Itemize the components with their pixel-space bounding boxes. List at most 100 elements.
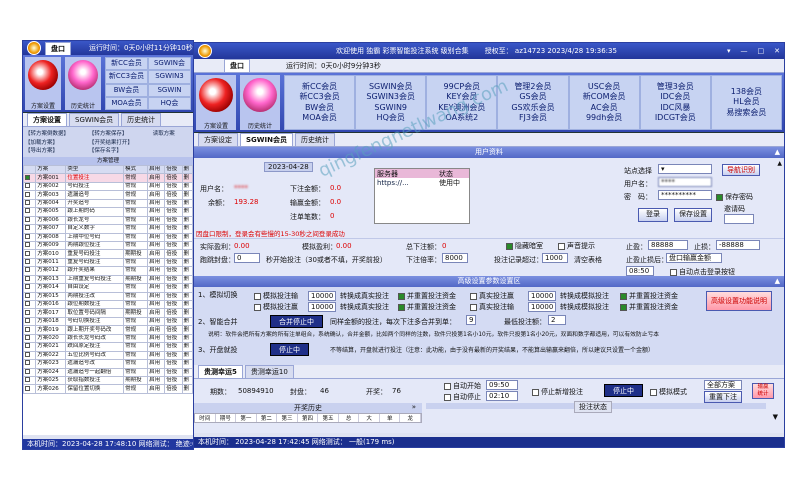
table-cell[interactable]: 删 xyxy=(181,342,193,352)
platform-cell[interactable]: KEY会员 xyxy=(427,92,496,103)
table-cell[interactable]: 删 xyxy=(181,384,193,394)
min-bet-input[interactable]: 2 xyxy=(548,315,566,325)
collapse-icon[interactable]: ▲ xyxy=(775,147,780,158)
table-row[interactable]: 方案014 自由设定 常规 启用 倍投删 xyxy=(23,283,193,293)
table-row[interactable]: 方案006 跟长龙号 常规 启用 倍投删 xyxy=(23,215,193,226)
table-cell[interactable]: 删 xyxy=(181,316,193,327)
load-plan-button[interactable]: 读取方案 xyxy=(153,129,191,138)
main-tab-history[interactable]: 历史统计 xyxy=(294,133,335,146)
platform-cell[interactable]: KEY澳洲会员 xyxy=(427,103,496,114)
table-cell[interactable]: 删 xyxy=(181,240,193,251)
platform-cell[interactable]: 新CC会员 xyxy=(285,82,354,93)
back-tab-home[interactable]: 盘口 xyxy=(45,41,71,55)
checkbox-icon[interactable] xyxy=(254,303,261,311)
table-row[interactable]: 方案002 号码投注 常规 启用 倍投删 xyxy=(23,181,193,192)
checkbox-icon[interactable] xyxy=(25,385,30,391)
plan-tool-1[interactable]: 【转方案倒数据】 xyxy=(25,129,89,138)
platform-cell[interactable]: 管理3会员 xyxy=(641,82,710,93)
nav-detect-button[interactable]: 导航识别 xyxy=(722,164,760,176)
table-row[interactable]: 方案010 重复号码投注 期期投 启用 倍投删 xyxy=(23,249,193,259)
checkbox-icon[interactable] xyxy=(25,377,30,383)
platform-cell[interactable]: BW会员 xyxy=(285,103,354,114)
checkbox-icon[interactable] xyxy=(398,292,405,300)
checkbox-icon[interactable] xyxy=(25,284,30,290)
platform-cell[interactable]: MOA会员 xyxy=(285,113,354,124)
reset-bet-button[interactable]: 重置下注 xyxy=(704,391,742,403)
checkbox-icon[interactable] xyxy=(25,234,30,239)
row-check[interactable] xyxy=(23,291,37,302)
threshold-input[interactable]: 10000 xyxy=(308,302,336,312)
auto-start-time[interactable]: 09:50 xyxy=(486,380,518,390)
platform-cell[interactable]: IDC会员 xyxy=(641,92,710,103)
platform-cell[interactable]: HL会员 xyxy=(712,97,781,108)
minimize-icon[interactable]: — xyxy=(741,47,748,55)
checkbox-icon[interactable] xyxy=(25,200,30,205)
checkbox-icon[interactable] xyxy=(25,183,30,189)
row-check[interactable] xyxy=(23,181,37,192)
sound-check[interactable]: 声音提示 xyxy=(558,241,595,251)
table-cell[interactable]: 删 xyxy=(181,274,193,285)
platform-cell[interactable]: 99CP会员 xyxy=(427,82,496,93)
table-row[interactable]: 方案008 上期中位号码 常规 启用 倍投删 xyxy=(23,232,193,242)
table-row[interactable]: 方案021 跌回原定投注 常规 启用 倍投删 xyxy=(23,342,193,352)
server-url[interactable]: https://... xyxy=(375,179,439,187)
platform-cell[interactable]: HQ会员 xyxy=(356,113,425,124)
checkbox-icon[interactable] xyxy=(25,267,30,273)
row-check[interactable] xyxy=(23,316,37,327)
checkbox-icon[interactable] xyxy=(25,259,30,265)
row-check[interactable] xyxy=(23,283,37,293)
table-cell[interactable]: 删 xyxy=(181,308,193,318)
main-app-history[interactable]: 历史统计 xyxy=(240,75,280,130)
platform-cell[interactable]: SGWIN会员 xyxy=(356,82,425,93)
real-check[interactable]: 真实投注输 xyxy=(470,302,514,312)
row-check[interactable] xyxy=(23,207,37,217)
main-app-scheme[interactable]: 方案设置 xyxy=(196,75,236,130)
row-check[interactable] xyxy=(23,224,37,234)
table-row[interactable]: 方案001 位置投注 常规 启用 倍投删 xyxy=(23,173,193,183)
table-row[interactable]: 方案017 取位置号码间隔 期期投 启用 倍投删 xyxy=(23,308,193,318)
server-list[interactable]: 服务器 状态 https://... 使用中 xyxy=(374,168,470,224)
reset-check[interactable]: 并重置投注资金 xyxy=(620,302,678,312)
table-row[interactable]: 方案009 两期跟位投注 常规 启用 倍投删 xyxy=(23,240,193,251)
main-tab-home[interactable]: 盘口 xyxy=(224,59,250,72)
platform-cell[interactable]: GS欢乐会员 xyxy=(498,103,567,114)
checkbox-icon[interactable] xyxy=(620,303,627,311)
table-row[interactable]: 方案003 遗漏追号 常规 启用 倍投删 xyxy=(23,190,193,200)
platform-cell[interactable]: HQ会 xyxy=(148,96,191,110)
table-cell[interactable]: 删 xyxy=(181,249,193,259)
platform-cell[interactable]: AC会员 xyxy=(570,103,639,114)
platform-cell[interactable]: 新COM会员 xyxy=(570,92,639,103)
table-row[interactable]: 方案007 自定义数字 常规 启用 倍投删 xyxy=(23,224,193,234)
row-check[interactable] xyxy=(23,173,37,183)
platform-cell[interactable]: 新CC3会员 xyxy=(285,92,354,103)
stop-loss-input[interactable]: -88888 xyxy=(716,240,760,250)
table-row[interactable]: 方案025 获取指数投注 期期投 启用 倍投删 xyxy=(23,375,193,386)
close-icon[interactable]: ✕ xyxy=(774,47,780,55)
platform-cell[interactable]: IDCGT会员 xyxy=(641,113,710,124)
checkbox-icon[interactable] xyxy=(25,208,30,214)
platform-cell[interactable]: OA系统2 xyxy=(427,113,496,124)
table-cell[interactable]: 删 xyxy=(181,181,193,192)
row-check[interactable] xyxy=(23,384,37,394)
scroll-down-icon[interactable]: ▼ xyxy=(773,413,778,421)
table-row[interactable]: 方案018 号码切换投注 常规 启用 倍投删 xyxy=(23,316,193,327)
expand-icon[interactable]: » xyxy=(412,403,416,411)
checkbox-icon[interactable] xyxy=(25,369,30,374)
table-cell[interactable]: 删 xyxy=(181,173,193,183)
auto-start-check[interactable]: 自动开始 xyxy=(444,381,481,391)
plan-tool-4[interactable]: 【开奖结果打开】 xyxy=(89,138,153,147)
table-row[interactable]: 方案005 跟上期的码 常规 启用 倍投删 xyxy=(23,207,193,217)
row-check[interactable] xyxy=(23,299,37,310)
row-check[interactable] xyxy=(23,257,37,268)
save-settings-button[interactable]: 保存设置 xyxy=(674,208,712,222)
row-check[interactable] xyxy=(23,215,37,226)
checkbox-icon[interactable] xyxy=(25,360,30,366)
table-row[interactable]: 方案024 遗漏追号一起翻倍 常规 启用 倍投删 xyxy=(23,367,193,377)
table-row[interactable]: 方案012 跟开奖结果 常规 启用 倍投删 xyxy=(23,266,193,276)
platform-cell[interactable]: MOA会员 xyxy=(105,96,148,110)
platform-cell[interactable]: SGWIN会 xyxy=(148,57,191,71)
table-row[interactable]: 方案004 开奖追号 常规 启用 倍投删 xyxy=(23,198,193,209)
checkbox-icon[interactable] xyxy=(25,326,30,332)
plan-tool-3[interactable]: 【加载方案】 xyxy=(25,138,89,147)
row-check[interactable] xyxy=(23,375,37,386)
